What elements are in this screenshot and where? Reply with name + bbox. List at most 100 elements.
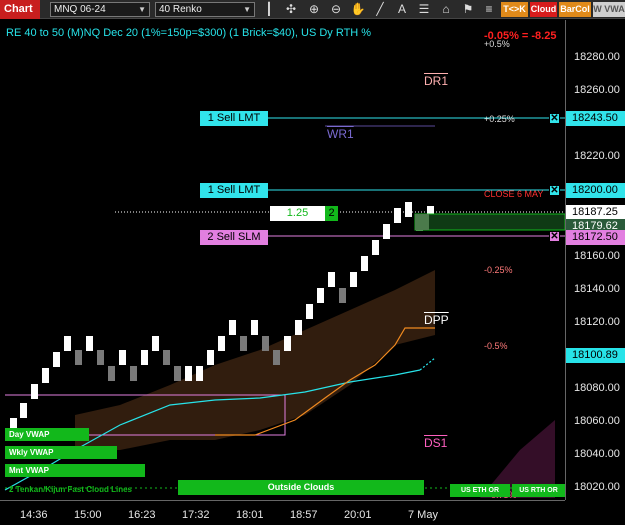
renko-brick: [207, 350, 214, 365]
instrument-value: MNQ 06-24: [54, 4, 106, 15]
sell-lmt-order-2[interactable]: 1 Sell LMT: [200, 183, 268, 198]
price-tick-label: 18260.00: [574, 84, 620, 97]
order-price-tag: 18200.00: [566, 183, 625, 198]
time-tick-label: 14:36: [20, 509, 48, 521]
pivot-dpp: DPP: [424, 313, 449, 327]
sell-lmt-order-1[interactable]: 1 Sell LMT: [200, 111, 268, 126]
chart-window-label: Chart: [0, 0, 40, 19]
tag-icon[interactable]: ⌂: [438, 1, 454, 17]
renko-brick: [273, 350, 280, 365]
pct-minus-05: -0.5%: [484, 341, 508, 351]
price-tick-label: 18160.00: [574, 249, 620, 262]
bar-type-value: 40 Renko: [159, 4, 202, 15]
renko-brick: [141, 350, 148, 365]
renko-brick: [350, 272, 357, 287]
renko-brick: [328, 272, 335, 287]
bar-style-icon[interactable]: ┃: [261, 1, 277, 17]
instrument-selector[interactable]: MNQ 06-24 ▼: [50, 2, 150, 17]
wkly-vwap-tag[interactable]: Wkly VWAP: [5, 446, 117, 459]
list-icon[interactable]: ≡: [481, 1, 497, 17]
time-tick-label: 17:32: [182, 509, 210, 521]
renko-brick: [31, 384, 38, 399]
vwap-toggle-button[interactable]: W VWA: [593, 2, 625, 17]
order-price-tag: 18172.50: [566, 230, 625, 245]
vwap-price-tag: 18100.89: [566, 348, 625, 363]
zoom-out-icon[interactable]: ⊖: [328, 1, 344, 17]
kijun-lines-tag[interactable]: 2 Tenkan/Kijun Fast Cloud Lines: [5, 483, 173, 496]
us-rth-or-tag[interactable]: US RTH OR: [512, 484, 565, 497]
time-tick-label: 7 May: [408, 509, 438, 521]
price-tick-label: 18280.00: [574, 51, 620, 63]
renko-brick: [240, 336, 247, 351]
price-tick-label: 18040.00: [574, 448, 620, 461]
renko-brick: [185, 366, 192, 381]
price-tick-label: 18120.00: [574, 315, 620, 328]
cancel-order-icon[interactable]: ✕: [549, 113, 560, 124]
pivot-wr1: WR1: [327, 127, 354, 141]
time-axis[interactable]: 14:36 15:00 16:23 17:32 18:01 18:57 20:01 7 May: [0, 500, 565, 525]
bar-type-selector[interactable]: 40 Renko ▼: [155, 2, 255, 17]
chart-toolbar: Chart MNQ 06-24 ▼ 40 Renko ▼ ┃ ✣ ⊕ ⊖ ✋ ╱…: [0, 0, 625, 19]
renko-brick: [218, 336, 225, 351]
outside-clouds-tag[interactable]: Outside Clouds: [178, 480, 424, 495]
sell-slm-order[interactable]: 2 Sell SLM: [200, 230, 268, 245]
renko-brick: [361, 256, 368, 271]
barcol-toggle-button[interactable]: BarCol: [559, 2, 591, 17]
cancel-order-icon[interactable]: ✕: [549, 185, 560, 196]
time-tick-label: 15:00: [74, 509, 102, 521]
renko-brick: [42, 368, 49, 383]
hand-icon[interactable]: ✋: [350, 1, 366, 17]
cloud-toggle-button[interactable]: Cloud: [530, 2, 557, 17]
renko-brick: [306, 304, 313, 319]
renko-brick: [196, 366, 203, 381]
renko-brick: [317, 288, 324, 303]
pct-minus-025: -0.25%: [484, 265, 513, 275]
renko-brick: [394, 208, 401, 223]
chart-title: RE 40 to 50 (M)NQ Dec 20 (1%=150p=$300) …: [6, 27, 372, 39]
renko-brick: [86, 336, 93, 351]
time-tick-label: 18:01: [236, 509, 264, 521]
properties-icon[interactable]: ☰: [416, 1, 432, 17]
renko-brick: [295, 320, 302, 335]
price-tick-label: 18140.00: [574, 282, 620, 295]
renko-brick: [405, 202, 412, 217]
price-tick-label: 18060.00: [574, 415, 620, 428]
cancel-order-icon[interactable]: ✕: [549, 231, 560, 242]
renko-brick: [53, 352, 60, 367]
position-avg[interactable]: 1.25: [270, 206, 325, 221]
zoom-in-icon[interactable]: ⊕: [306, 1, 322, 17]
position-qty[interactable]: 2: [325, 206, 338, 221]
renko-brick: [262, 336, 269, 351]
renko-brick: [152, 336, 159, 351]
time-tick-label: 18:57: [290, 509, 318, 521]
position-marker: [415, 214, 429, 230]
day-vwap-tag[interactable]: Day VWAP: [5, 428, 89, 441]
position-zone: [414, 213, 566, 231]
draw-line-icon[interactable]: ╱: [372, 1, 388, 17]
us-eth-or-tag[interactable]: US ETH OR: [450, 484, 510, 497]
time-tick-label: 16:23: [128, 509, 156, 521]
renko-brick: [75, 350, 82, 365]
mnt-vwap-tag[interactable]: Mnt VWAP: [5, 464, 145, 477]
alert-icon[interactable]: ⚑: [460, 1, 476, 17]
tk-toggle-button[interactable]: T<>K: [501, 2, 528, 17]
renko-brick: [284, 336, 291, 351]
renko-brick: [119, 350, 126, 365]
pivot-dr1: DR1: [424, 74, 449, 88]
renko-brick: [97, 350, 104, 365]
price-tick-label: 18020.00: [574, 481, 620, 494]
renko-brick: [229, 320, 236, 335]
text-icon[interactable]: A: [394, 1, 410, 17]
renko-brick: [20, 403, 27, 418]
renko-brick: [108, 366, 115, 381]
renko-brick: [64, 336, 71, 351]
renko-brick: [163, 350, 170, 365]
price-axis[interactable]: 18280.0018260.0018240.0018220.0018200.00…: [565, 20, 625, 500]
last-price-tag: 18187.25: [566, 205, 625, 220]
pct-plus-05: +0.5%: [484, 39, 510, 49]
chevron-down-icon: ▼: [138, 5, 146, 14]
crosshair-icon[interactable]: ✣: [283, 1, 299, 17]
renko-brick: [251, 320, 258, 335]
price-chart[interactable]: RE 40 to 50 (M)NQ Dec 20 (1%=150p=$300) …: [0, 20, 566, 500]
renko-brick: [174, 366, 181, 381]
